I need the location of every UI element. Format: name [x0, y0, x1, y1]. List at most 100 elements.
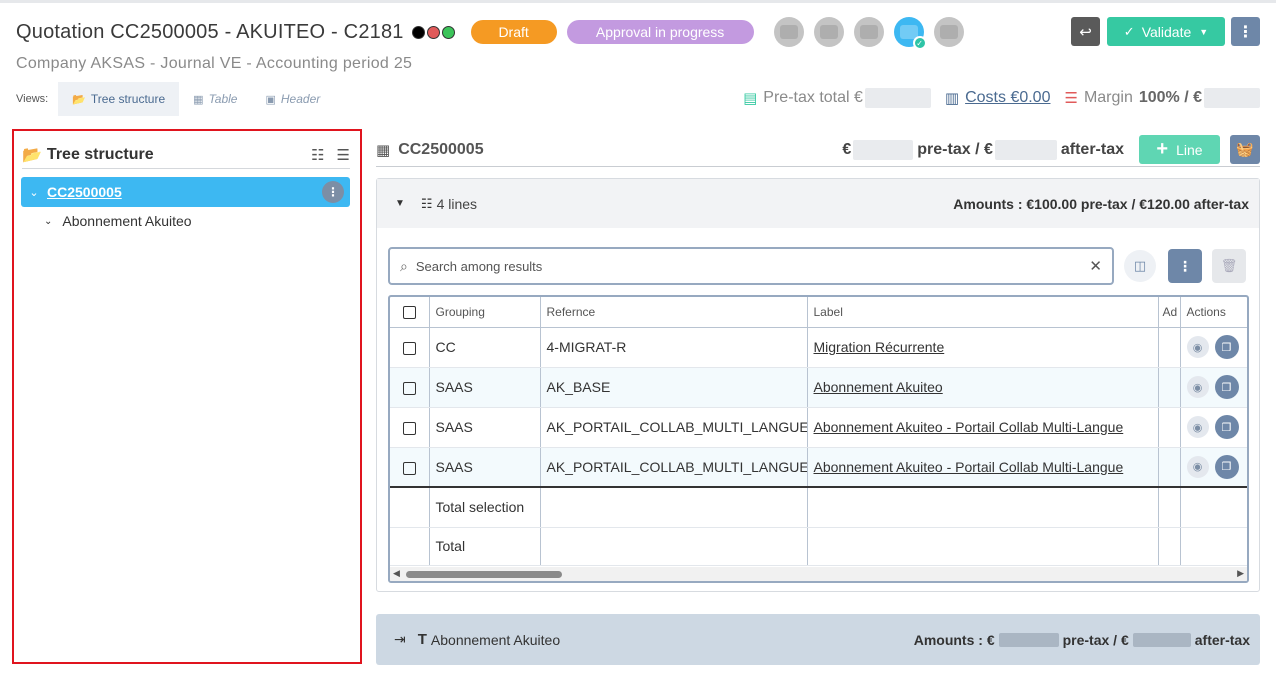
- approver-avatar-3[interactable]: [853, 17, 884, 47]
- tree-header: 📂 Tree structure ☷ ☰: [22, 141, 350, 169]
- scrollbar-thumb[interactable]: [406, 571, 562, 578]
- kebab-icon: ⋮: [1178, 257, 1192, 274]
- undo-button[interactable]: ↩: [1071, 17, 1100, 46]
- search-row: ⌕ ✕ ◫ ⋮ 🗑: [388, 247, 1247, 285]
- group-lines: ▼ ☷ 4 lines Amounts : €100.00 pre-tax / …: [376, 178, 1260, 592]
- search-icon: ⌕: [400, 257, 408, 274]
- tab-table[interactable]: ▦ Table: [179, 82, 251, 116]
- horizontal-scrollbar[interactable]: ◀ ▶: [390, 567, 1247, 581]
- tree-node-child-label[interactable]: Abonnement Akuiteo: [62, 213, 191, 229]
- row-checkbox[interactable]: [402, 381, 416, 395]
- group-abonnement[interactable]: ⇥ T Abonnement Akuiteo Amounts : € pre-t…: [376, 614, 1260, 665]
- main-header: ▦ CC2500005 € pre-tax / € after-tax + Li…: [376, 133, 1260, 167]
- undo-arrow-icon: ↩: [1079, 23, 1092, 41]
- costs-link[interactable]: Costs €0.00: [965, 89, 1050, 107]
- label-link[interactable]: Abonnement Akuiteo - Portail Collab Mult…: [814, 419, 1124, 435]
- column-header[interactable]: Refernce: [540, 297, 808, 328]
- ad-cell: [1158, 367, 1181, 408]
- tab-label: Tree structure: [90, 92, 166, 106]
- table-row[interactable]: SAAS AK_PORTAIL_COLLAB_MULTI_LANGUE Abon…: [390, 447, 1247, 488]
- basket-button[interactable]: 🧺: [1230, 135, 1260, 164]
- columns-button[interactable]: ◫: [1124, 250, 1156, 282]
- row-checkbox[interactable]: [402, 421, 416, 435]
- column-header[interactable]: Label: [807, 297, 1159, 328]
- search-box[interactable]: ⌕ ✕: [388, 247, 1114, 285]
- list-icon: ☷: [420, 195, 433, 211]
- expand-tree-icon[interactable]: ☷: [311, 146, 324, 164]
- trash-icon: 🗑: [1220, 258, 1238, 273]
- clear-icon[interactable]: ✕: [1089, 257, 1102, 275]
- status-dots: [411, 25, 457, 39]
- grouping-cell: SAAS: [429, 367, 541, 408]
- duplicate-icon[interactable]: ❐: [1214, 375, 1239, 399]
- duplicate-icon[interactable]: ❐: [1214, 335, 1239, 359]
- chevron-down-icon[interactable]: ⌄: [44, 216, 52, 227]
- kebab-icon: ⋮: [327, 185, 339, 199]
- chevron-down-icon[interactable]: ⌄: [21, 186, 47, 199]
- select-all-cell[interactable]: [390, 297, 430, 328]
- main-panel: ▦ CC2500005 € pre-tax / € after-tax + Li…: [376, 133, 1260, 665]
- table-icon: ▦: [193, 93, 204, 106]
- reference-cell: AK_PORTAIL_COLLAB_MULTI_LANGUE: [540, 407, 808, 448]
- approver-avatar-4[interactable]: ✓: [893, 17, 927, 50]
- tab-tree-structure[interactable]: 📂 Tree structure: [58, 82, 180, 116]
- tab-label: Table: [208, 92, 238, 106]
- validate-label: Validate: [1141, 23, 1192, 40]
- eye-icon[interactable]: ◉: [1186, 336, 1209, 358]
- more-actions-button[interactable]: ⋮: [1231, 17, 1260, 46]
- group-header[interactable]: ▼ ☷ 4 lines Amounts : €100.00 pre-tax / …: [377, 179, 1259, 228]
- validate-button[interactable]: ✓ Validate ▼: [1107, 17, 1225, 46]
- redacted-value: [853, 139, 914, 160]
- page-subtitle: Company AKSAS - Journal VE - Accounting …: [16, 55, 413, 72]
- status-dot-green: [441, 25, 455, 39]
- eye-icon[interactable]: ◉: [1186, 455, 1209, 478]
- tab-header[interactable]: ▣ Header: [251, 82, 334, 116]
- reference-cell: AK_BASE: [540, 367, 808, 408]
- delete-button[interactable]: 🗑: [1212, 249, 1246, 283]
- enter-icon[interactable]: ⇥: [394, 631, 406, 648]
- costs-total[interactable]: ▥ Costs €0.00: [945, 89, 1051, 107]
- total-row: Total: [390, 526, 1247, 566]
- tree-node-root[interactable]: ⌄ CC2500005 ⋮: [21, 177, 350, 207]
- approver-avatar-5[interactable]: [933, 17, 964, 47]
- tree-structure-panel: 📂 Tree structure ☷ ☰ ⌄ CC2500005 ⋮ ⌄ Abo…: [12, 129, 362, 664]
- eye-icon[interactable]: ◉: [1186, 416, 1209, 438]
- table-row[interactable]: SAAS AK_BASE Abonnement Akuiteo ◉ ❐: [390, 367, 1247, 408]
- label-link[interactable]: Abonnement Akuiteo - Portail Collab Mult…: [814, 459, 1124, 475]
- search-input[interactable]: [415, 258, 1090, 274]
- group-amounts: Amounts : € pre-tax / € after-tax: [914, 632, 1250, 648]
- lines-table: Grouping Refernce Label Ad Actions CC 4-…: [388, 295, 1249, 583]
- caret-down-icon: ▼: [1199, 26, 1209, 37]
- scroll-left-icon[interactable]: ◀: [393, 568, 400, 579]
- tree-node-root-label[interactable]: CC2500005: [47, 184, 122, 200]
- table-menu-button[interactable]: ⋮: [1168, 249, 1202, 283]
- select-all-checkbox[interactable]: [402, 305, 416, 319]
- table-row[interactable]: SAAS AK_PORTAIL_COLLAB_MULTI_LANGUE Abon…: [390, 407, 1247, 448]
- approver-avatar-1[interactable]: [773, 17, 804, 47]
- eye-icon[interactable]: ◉: [1186, 376, 1209, 398]
- caret-down-icon[interactable]: ▼: [395, 198, 405, 209]
- invoice-icon: ▤: [743, 90, 758, 107]
- indent-icon[interactable]: ☰: [337, 146, 350, 164]
- duplicate-icon[interactable]: ❐: [1214, 415, 1239, 439]
- node-menu-button[interactable]: ⋮: [322, 181, 344, 203]
- add-line-button[interactable]: + Line: [1139, 135, 1220, 164]
- tab-label: Header: [280, 92, 321, 106]
- draft-badge: Draft: [470, 20, 557, 44]
- approver-avatar-2[interactable]: [813, 17, 844, 47]
- table-row[interactable]: CC 4-MIGRAT-R Migration Récurrente ◉ ❐: [390, 327, 1247, 368]
- row-checkbox[interactable]: [402, 341, 416, 355]
- column-header[interactable]: Grouping: [429, 297, 541, 328]
- row-checkbox[interactable]: [402, 461, 416, 475]
- check-icon: ✓: [1123, 23, 1135, 39]
- currency-symbol: €: [842, 140, 852, 158]
- label-link[interactable]: Migration Récurrente: [814, 339, 945, 355]
- pretax-total: ▤ Pre-tax total €: [743, 88, 931, 108]
- duplicate-icon[interactable]: ❐: [1214, 454, 1239, 479]
- tree-node-child[interactable]: ⌄ Abonnement Akuiteo: [44, 213, 192, 229]
- column-header[interactable]: Ad: [1158, 297, 1181, 328]
- aftertax-suffix: after-tax: [1060, 140, 1124, 158]
- label-link[interactable]: Abonnement Akuiteo: [814, 379, 943, 395]
- scroll-right-icon[interactable]: ▶: [1237, 568, 1244, 579]
- lines-count: 4 lines: [436, 195, 478, 212]
